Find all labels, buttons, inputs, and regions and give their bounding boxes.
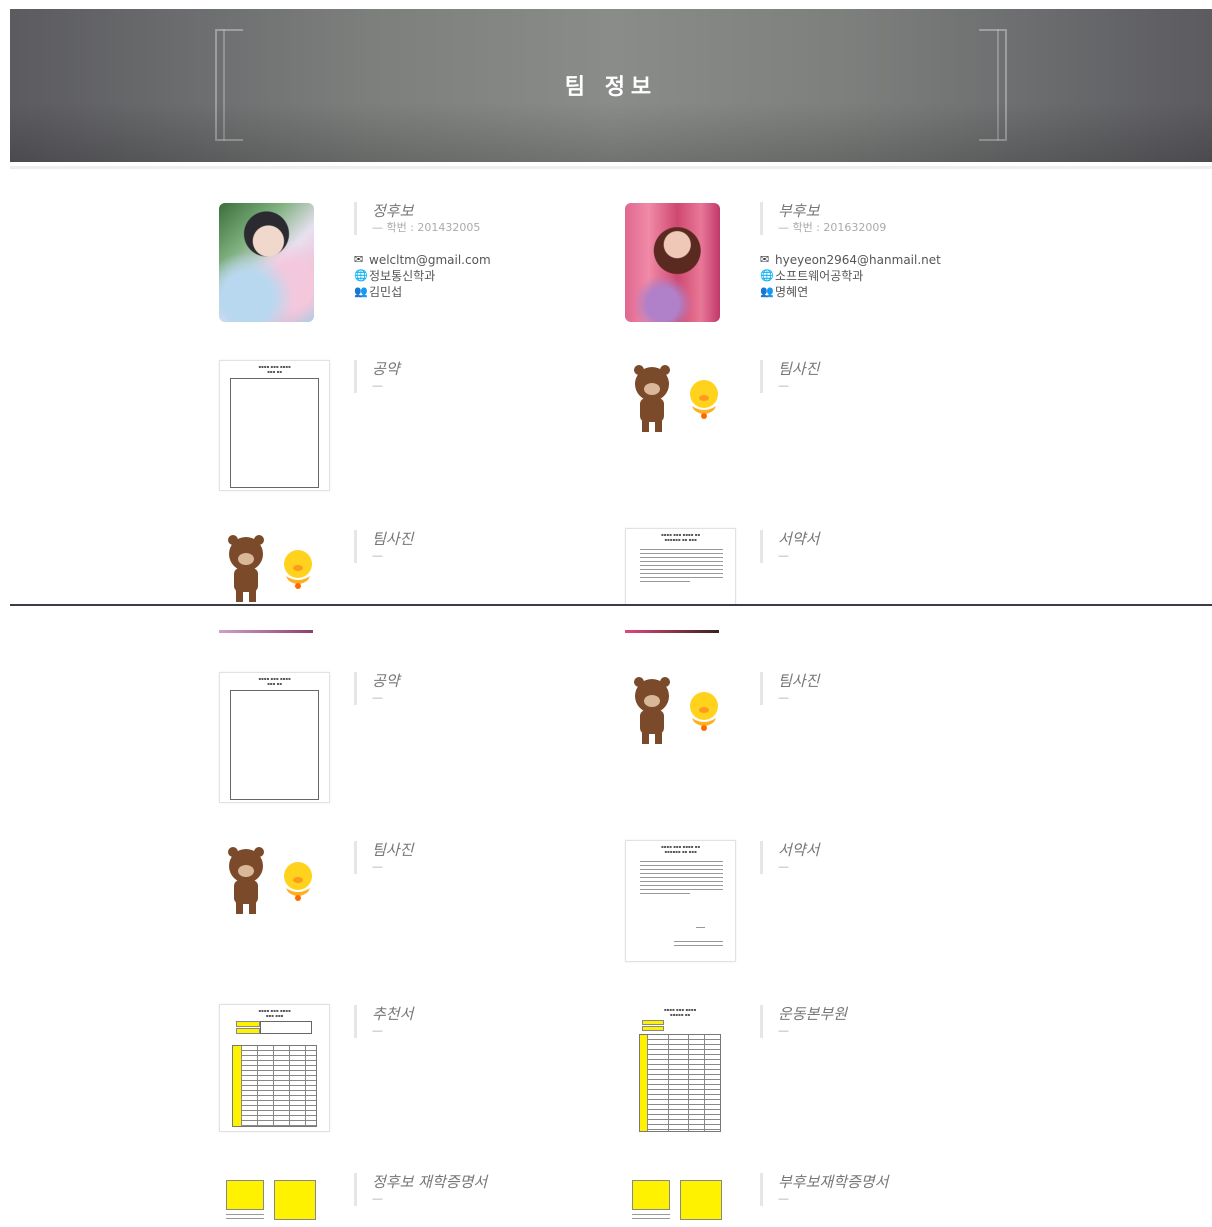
- vice-enrollment-thumbnail[interactable]: [628, 1172, 724, 1227]
- envelope-icon: ✉: [354, 253, 364, 266]
- recommendation-thumbnail[interactable]: ▪▪▪▪ ▪▪▪ ▪▪▪▪ ▪▪▪ ▪▪▪: [219, 1004, 330, 1132]
- campaign-staff-title: 운동본부원: [778, 1005, 848, 1023]
- team-photo-sub-2: —: [372, 549, 383, 562]
- vice-candidate-role: 부후보: [778, 202, 820, 220]
- team-photo-title-b: 팀사진: [778, 672, 820, 690]
- team-photo-thumbnail[interactable]: [628, 362, 728, 434]
- bear-chick-icon: [634, 365, 718, 432]
- oath-title-b: 서약서: [778, 841, 820, 859]
- pledge-info-b: 공약 —: [354, 672, 400, 705]
- main-enrollment-title: 정후보 재학증명서: [372, 1173, 488, 1191]
- team-photo-thumbnail-2[interactable]: [222, 532, 322, 604]
- pledge-sub: —: [372, 379, 383, 392]
- oath-info: 서약서 —: [760, 530, 819, 563]
- campaign-staff-thumbnail[interactable]: ▪▪▪▪ ▪▪▪ ▪▪▪▪ ▪▪▪▪▪ ▪▪: [636, 1004, 724, 1132]
- oath-info-b: 서약서 —: [760, 841, 819, 874]
- users-icon: 👥: [760, 285, 774, 298]
- pledge-thumbnail[interactable]: ▪▪▪▪ ▪▪▪ ▪▪▪▪ ▪▪▪ ▪▪: [219, 360, 330, 491]
- team-photo-info-b: 팀사진 —: [760, 672, 819, 705]
- main-candidate-role: 정후보: [372, 202, 414, 220]
- main-candidate-photo[interactable]: [219, 203, 314, 322]
- campaign-staff-sub: —: [778, 1024, 789, 1037]
- oath-sub: —: [778, 549, 789, 562]
- team-photo-sub-b2: —: [372, 860, 383, 873]
- oath-title: 서약서: [778, 530, 820, 548]
- main-candidate-department: 정보통신학과: [369, 269, 436, 283]
- main-candidate-email[interactable]: welcltm@gmail.com: [369, 252, 491, 268]
- vice-candidate-email[interactable]: hyeyeon2964@hanmail.net: [775, 252, 941, 268]
- oath-thumbnail[interactable]: ▪▪▪▪ ▪▪▪ ▪▪▪▪ ▪▪ ▪▪▪▪▪▪ ▪▪ ▪▪▪: [625, 528, 736, 604]
- team-photo-thumbnail-b2[interactable]: [222, 844, 322, 916]
- recommendation-sub: —: [372, 1024, 383, 1037]
- team-photo-info: 팀사진 —: [760, 360, 819, 393]
- recommendation-info: 추천서 —: [354, 1005, 413, 1038]
- vice-candidate-department: 소프트웨어공학과: [775, 269, 864, 283]
- vice-enrollment-title: 부후보재학증명서: [778, 1173, 889, 1191]
- pledge-sub-b: —: [372, 691, 383, 704]
- team-photo-title-2: 팀사진: [372, 530, 414, 548]
- team-photo-sub-b: —: [778, 691, 789, 704]
- team-photo-info-b2: 팀사진 —: [354, 841, 413, 874]
- envelope-icon: ✉: [760, 253, 770, 266]
- vice-candidate-info: 부후보 — 학번 : 201632009: [760, 202, 886, 235]
- page-title: 팀 정보: [564, 75, 658, 100]
- team-photo-thumbnail-b[interactable]: [628, 674, 728, 746]
- main-enrollment-thumbnail[interactable]: [222, 1172, 318, 1227]
- campaign-staff-info: 운동본부원 —: [760, 1005, 847, 1038]
- pledge-title: 공약: [372, 360, 400, 378]
- main-candidate-contacts: ✉ welcltm@gmail.com 🌐 정보통신학과 👥 김민섭: [354, 252, 491, 300]
- main-candidate-student-id: — 학번 : 201432005: [372, 221, 481, 234]
- vice-candidate-student-id: — 학번 : 201632009: [778, 221, 887, 234]
- vice-enrollment-sub: —: [778, 1192, 789, 1205]
- header-underline: [10, 166, 1212, 169]
- team-photo-title-b2: 팀사진: [372, 841, 414, 859]
- team-photo-info-2: 팀사진 —: [354, 530, 413, 563]
- oath-sub-b: —: [778, 860, 789, 873]
- page-header: 팀 정보: [10, 9, 1212, 162]
- main-enrollment-sub: —: [372, 1192, 383, 1205]
- vice-candidate-photo[interactable]: [625, 203, 720, 322]
- recommendation-title: 추천서: [372, 1005, 414, 1023]
- globe-icon: 🌐: [354, 269, 368, 282]
- globe-icon: 🌐: [760, 269, 774, 282]
- pledge-info: 공약 —: [354, 360, 400, 393]
- vice-candidate-name: 명혜연: [775, 285, 809, 299]
- main-enrollment-info: 정후보 재학증명서 —: [354, 1173, 487, 1206]
- main-candidate-name: 김민섭: [369, 285, 403, 299]
- pledge-title-b: 공약: [372, 672, 400, 690]
- vice-enrollment-info: 부후보재학증명서 —: [760, 1173, 888, 1206]
- main-candidate-info: 정후보 — 학번 : 201432005: [354, 202, 480, 235]
- team-info-section-top: 정후보 — 학번 : 201432005 ✉ welcltm@gmail.com …: [0, 170, 1212, 604]
- team-photo-sub: —: [778, 379, 789, 392]
- team-info-section-bottom: ▪▪▪▪ ▪▪▪ ▪▪▪▪ ▪▪▪ ▪▪ 공약 — 팀사진 — 팀사진 — ▪▪…: [0, 606, 1212, 1227]
- bear-chick-icon: [228, 535, 312, 602]
- oath-thumbnail-b[interactable]: ▪▪▪▪ ▪▪▪ ▪▪▪▪ ▪▪ ▪▪▪▪▪▪ ▪▪ ▪▪▪: [625, 840, 736, 962]
- vice-candidate-contacts: ✉ hyeyeon2964@hanmail.net 🌐 소프트웨어공학과 👥 명혜연: [760, 252, 941, 300]
- team-photo-title: 팀사진: [778, 360, 820, 378]
- users-icon: 👥: [354, 285, 368, 298]
- bear-chick-icon: [634, 677, 718, 744]
- pledge-thumbnail-b[interactable]: ▪▪▪▪ ▪▪▪ ▪▪▪▪ ▪▪▪ ▪▪: [219, 672, 330, 803]
- bear-chick-icon: [228, 847, 312, 914]
